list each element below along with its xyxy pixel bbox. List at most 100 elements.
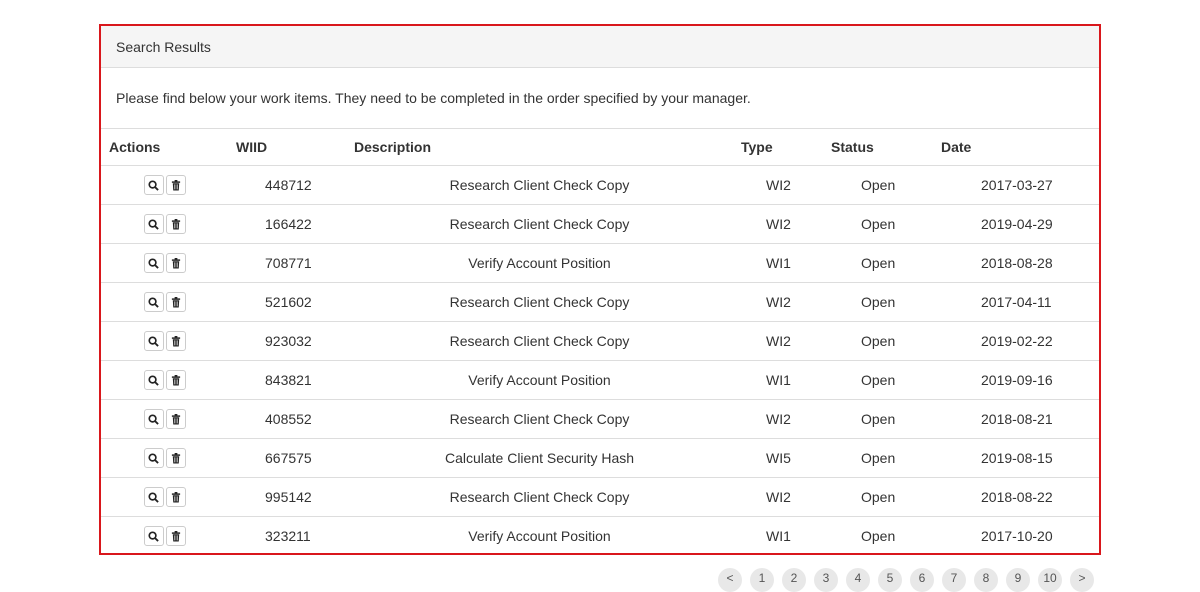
status-cell: Open bbox=[861, 528, 896, 544]
search-results-panel: Search Results Please find below your wo… bbox=[99, 24, 1101, 555]
date-cell: 2017-10-20 bbox=[981, 528, 1053, 544]
page-button-4[interactable]: 4 bbox=[846, 568, 870, 592]
type-cell: WI1 bbox=[733, 360, 823, 400]
table-row: 923032 Research Client Check Copy WI2 Open 2… bbox=[101, 321, 1099, 361]
description-cell: Calculate Client Security Hash bbox=[346, 438, 733, 478]
description-cell: Research Client Check Copy bbox=[346, 321, 733, 361]
status-cell: Open bbox=[823, 282, 933, 322]
delete-button[interactable] bbox=[165, 370, 186, 390]
wiid-cell: 843821 bbox=[228, 360, 346, 400]
description-cell: Research Client Check Copy bbox=[346, 165, 733, 205]
delete-button[interactable] bbox=[165, 526, 186, 546]
prev-page-button[interactable]: < bbox=[718, 568, 742, 592]
trash-icon bbox=[171, 413, 181, 425]
type-cell: WI1 bbox=[733, 243, 823, 283]
wiid-cell: 521602 bbox=[228, 282, 346, 322]
delete-button[interactable] bbox=[165, 214, 186, 234]
search-icon bbox=[148, 413, 159, 425]
work-items-table: Actions WIID Description Type Status Dat… bbox=[101, 128, 1099, 555]
search-icon bbox=[148, 257, 159, 269]
page-button-7[interactable]: 7 bbox=[942, 568, 966, 592]
delete-button[interactable] bbox=[165, 175, 186, 195]
search-icon bbox=[148, 491, 159, 503]
row-actions bbox=[101, 204, 228, 244]
table-row: 448712 Research Client Check Copy WI2 Open 2… bbox=[101, 165, 1099, 205]
row-actions bbox=[101, 517, 228, 556]
type-cell: WI2 bbox=[733, 165, 823, 205]
delete-button[interactable] bbox=[165, 487, 186, 507]
page-button-6[interactable]: 6 bbox=[910, 568, 934, 592]
date-cell: 2018-08-21 bbox=[933, 399, 1099, 439]
column-header-wiid: WIID bbox=[228, 128, 346, 166]
view-button[interactable] bbox=[143, 448, 164, 468]
view-button[interactable] bbox=[143, 253, 164, 273]
row-actions bbox=[101, 243, 228, 283]
table-row: 408552 Research Client Check Copy WI2 Open 2… bbox=[101, 399, 1099, 439]
type-cell: WI1 bbox=[766, 528, 791, 544]
wiid-cell: 323211 bbox=[265, 528, 311, 544]
delete-button[interactable] bbox=[165, 409, 186, 429]
search-icon bbox=[148, 179, 159, 191]
table-header-row: Actions WIID Description Type Status Dat… bbox=[101, 128, 1099, 166]
description-cell: Research Client Check Copy bbox=[346, 282, 733, 322]
delete-button[interactable] bbox=[165, 331, 186, 351]
trash-icon bbox=[171, 296, 181, 308]
table-row: 995142 Research Client Check Copy WI2 Open 2… bbox=[101, 477, 1099, 517]
status-cell: Open bbox=[823, 360, 933, 400]
description-cell: Verify Account Position bbox=[346, 360, 733, 400]
delete-button[interactable] bbox=[165, 448, 186, 468]
type-cell: WI2 bbox=[733, 282, 823, 322]
status-cell: Open bbox=[823, 243, 933, 283]
trash-icon bbox=[171, 218, 181, 230]
description-cell: Research Client Check Copy bbox=[346, 399, 733, 439]
trash-icon bbox=[171, 179, 181, 191]
view-button[interactable] bbox=[143, 409, 164, 429]
page-button-10[interactable]: 10 bbox=[1038, 568, 1062, 592]
table-row: 323211 Verify Account Position WI1 Open 2017… bbox=[101, 517, 1099, 556]
column-header-actions: Actions bbox=[101, 128, 228, 166]
view-button[interactable] bbox=[143, 370, 164, 390]
delete-button[interactable] bbox=[165, 253, 186, 273]
description-cell: Research Client Check Copy bbox=[346, 204, 733, 244]
page-button-3[interactable]: 3 bbox=[814, 568, 838, 592]
date-cell: 2018-08-22 bbox=[933, 477, 1099, 517]
date-cell: 2019-08-15 bbox=[933, 438, 1099, 478]
page-button-1[interactable]: 1 bbox=[750, 568, 774, 592]
table-row: 708771 Verify Account Position WI1 Open 2018… bbox=[101, 243, 1099, 283]
wiid-cell: 923032 bbox=[228, 321, 346, 361]
description-cell: Verify Account Position bbox=[468, 528, 611, 544]
view-button[interactable] bbox=[143, 292, 164, 312]
page-button-9[interactable]: 9 bbox=[1006, 568, 1030, 592]
column-header-status: Status bbox=[823, 128, 933, 166]
type-cell: WI5 bbox=[733, 438, 823, 478]
delete-button[interactable] bbox=[165, 292, 186, 312]
panel-heading: Search Results bbox=[101, 26, 1099, 68]
table-row: 667575 Calculate Client Security Hash WI5 O… bbox=[101, 438, 1099, 478]
trash-icon bbox=[171, 530, 181, 542]
view-button[interactable] bbox=[143, 175, 164, 195]
date-cell: 2017-04-11 bbox=[933, 282, 1099, 322]
status-cell: Open bbox=[823, 399, 933, 439]
view-button[interactable] bbox=[143, 487, 164, 507]
wiid-cell: 408552 bbox=[228, 399, 346, 439]
pagination: <1 2 3 4 5 6 7 8 9 10 > bbox=[718, 568, 1094, 592]
table-row: 166422 Research Client Check Copy WI2 Open 2… bbox=[101, 204, 1099, 244]
page-button-8[interactable]: 8 bbox=[974, 568, 998, 592]
status-cell: Open bbox=[823, 165, 933, 205]
page-button-2[interactable]: 2 bbox=[782, 568, 806, 592]
column-header-date: Date bbox=[933, 128, 1099, 166]
view-button[interactable] bbox=[143, 214, 164, 234]
type-cell: WI2 bbox=[733, 399, 823, 439]
description-cell: Verify Account Position bbox=[346, 243, 733, 283]
search-icon bbox=[148, 374, 159, 386]
page-button-5[interactable]: 5 bbox=[878, 568, 902, 592]
date-cell: 2019-09-16 bbox=[933, 360, 1099, 400]
trash-icon bbox=[171, 491, 181, 503]
next-page-button[interactable]: > bbox=[1070, 568, 1094, 592]
search-icon bbox=[148, 218, 159, 230]
table-row: 521602 Research Client Check Copy WI2 Open 2… bbox=[101, 282, 1099, 322]
date-cell: 2018-08-28 bbox=[933, 243, 1099, 283]
search-icon bbox=[148, 530, 159, 542]
view-button[interactable] bbox=[143, 526, 164, 546]
view-button[interactable] bbox=[143, 331, 164, 351]
